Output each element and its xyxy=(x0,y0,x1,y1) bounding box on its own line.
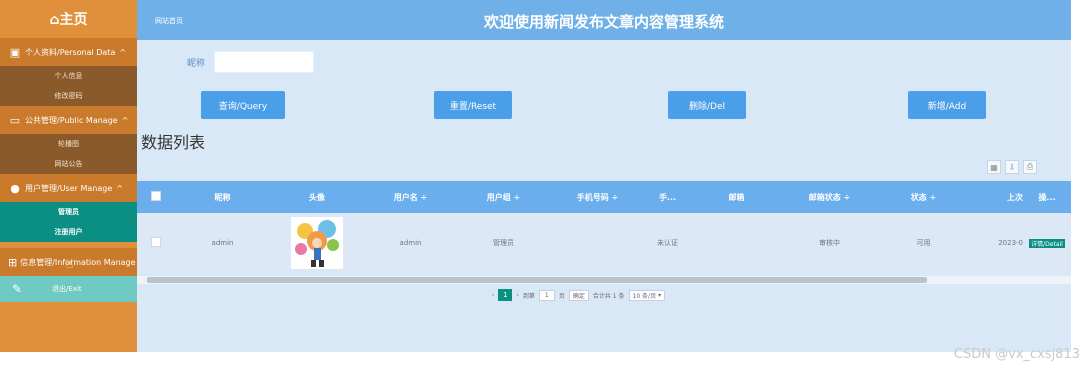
sidebar-item-carousel[interactable]: 轮播图 xyxy=(0,134,137,154)
avatar xyxy=(291,217,343,269)
col-status[interactable]: 状态 ÷ xyxy=(876,192,971,203)
group-user-manage[interactable]: ● 用户管理/User Manage ^ xyxy=(0,174,137,202)
col-phone[interactable]: 手机号码 ÷ xyxy=(550,192,645,203)
sidebar: ⌂主页 ▣ 个人资料/Personal Data ^ 个人信息 修改密码 ▭ 公… xyxy=(0,0,137,352)
horizontal-scrollbar[interactable] xyxy=(137,276,1071,284)
col-username[interactable]: 用户名 ÷ xyxy=(364,192,457,203)
query-button[interactable]: 查询/Query xyxy=(201,91,285,119)
pointer-cursor-icon: ☝ xyxy=(66,257,74,271)
main-content: 昵称 查询/Query 重置/Reset 删除/Del 新增/Add 数据列表 … xyxy=(137,40,1071,352)
col-email-status[interactable]: 邮箱状态 ÷ xyxy=(783,192,876,203)
next-page-icon[interactable]: › xyxy=(516,292,518,299)
col-actions: 操... xyxy=(1038,192,1056,202)
user-card-icon: ▣ xyxy=(9,45,21,59)
top-header: 网站首页 欢迎使用新闻发布文章内容管理系统 xyxy=(137,0,1071,40)
cell-nickname: admin xyxy=(211,239,234,247)
scrollbar-thumb[interactable] xyxy=(147,277,927,283)
group-label: 用户管理/User Manage xyxy=(25,183,113,193)
pagination: ‹ 1 › 到第 1 页 确定 合计共 1 条 10 条/页 ▾ xyxy=(492,289,666,301)
total-count: 合计共 1 条 xyxy=(592,292,625,300)
user-icon: ● xyxy=(10,181,20,195)
home-link[interactable]: ⌂主页 xyxy=(0,0,137,38)
sidebar-item-change-password[interactable]: 修改密码 xyxy=(0,86,137,106)
row-checkbox[interactable] xyxy=(151,237,161,247)
logout-icon: ✎ xyxy=(12,282,23,296)
group-personal-data[interactable]: ▣ 个人资料/Personal Data ^ xyxy=(0,38,137,66)
page-title: 欢迎使用新闻发布文章内容管理系统 xyxy=(483,13,724,31)
delete-button[interactable]: 删除/Del xyxy=(668,91,746,119)
reset-button[interactable]: 重置/Reset xyxy=(434,91,512,119)
group-label: 信息管理/Information Manage xyxy=(20,257,136,267)
nickname-search-input[interactable] xyxy=(214,51,314,73)
col-user-group[interactable]: 用户组 ÷ xyxy=(457,192,550,203)
watermark: CSDN @vx_cxsj813 xyxy=(953,347,1080,362)
cell-status: 可用 xyxy=(916,239,931,247)
table-row: admin admin 管理员 未认证 审核中 可用 2023-0 详情/Det… xyxy=(137,213,1071,273)
print-icon[interactable]: ⎙ xyxy=(1023,160,1037,174)
page-size-select[interactable]: 10 条/页 ▾ xyxy=(628,289,666,301)
col-truncated[interactable]: 手... xyxy=(645,192,690,203)
cell-username: admin xyxy=(399,239,422,247)
prev-page-icon[interactable]: ‹ xyxy=(492,292,494,299)
sidebar-item-personal-info[interactable]: 个人信息 xyxy=(0,66,137,86)
page-input[interactable]: 1 xyxy=(538,289,555,301)
logout-button[interactable]: ✎ 退出/Exit xyxy=(0,276,137,302)
nickname-label: 昵称 xyxy=(187,59,206,69)
logout-label: 退出/Exit xyxy=(52,285,82,293)
table-toolbar: ▦ ⇩ ⎙ xyxy=(987,160,1037,174)
page-size-value: 10 条/页 xyxy=(632,292,657,300)
add-button[interactable]: 新增/Add xyxy=(908,91,986,119)
chevron-down-icon: ▾ xyxy=(658,291,662,299)
col-avatar: 头像 xyxy=(309,192,325,202)
export-icon[interactable]: ⇩ xyxy=(1005,160,1019,174)
col-nickname[interactable]: 昵称 xyxy=(175,192,270,203)
cell-verify: 未认证 xyxy=(657,239,678,247)
sitemap-icon: ⊞ xyxy=(8,255,18,269)
col-last: 上次 xyxy=(1007,192,1023,202)
group-public-manage[interactable]: ▭ 公共管理/Public Manage ^ xyxy=(0,106,137,134)
group-label: 个人资料/Personal Data xyxy=(25,47,116,57)
cell-last: 2023-0 xyxy=(998,239,1023,247)
chevron-up-icon: ^ xyxy=(119,47,127,57)
monitor-icon: ▭ xyxy=(9,113,21,127)
sidebar-item-admin[interactable]: 管理员 xyxy=(0,202,137,222)
sidebar-item-registered-user[interactable]: 注册用户 xyxy=(0,222,137,242)
select-all-checkbox[interactable] xyxy=(151,191,161,201)
page-1-button[interactable]: 1 xyxy=(498,289,513,301)
cell-group: 管理员 xyxy=(493,239,514,247)
group-label: 公共管理/Public Manage xyxy=(25,115,118,125)
chevron-up-icon: ^ xyxy=(121,115,129,125)
list-title: 数据列表 xyxy=(141,133,206,152)
detail-button[interactable]: 详情/Detail xyxy=(1029,238,1065,248)
data-table: 昵称 头像 用户名 ÷ 用户组 ÷ 手机号码 ÷ 手... 邮箱 邮箱状态 ÷ … xyxy=(137,181,1071,273)
cell-email-status: 审核中 xyxy=(819,239,840,247)
goto-label: 到第 xyxy=(522,292,535,300)
page-unit: 页 xyxy=(558,292,565,300)
col-email: 邮箱 xyxy=(728,192,745,202)
sidebar-item-announcement[interactable]: 网站公告 xyxy=(0,154,137,174)
goto-confirm-button[interactable]: 确定 xyxy=(568,289,589,301)
chevron-up-icon: ^ xyxy=(116,183,123,193)
columns-icon[interactable]: ▦ xyxy=(987,160,1001,174)
table-header: 昵称 头像 用户名 ÷ 用户组 ÷ 手机号码 ÷ 手... 邮箱 邮箱状态 ÷ … xyxy=(137,181,1071,213)
